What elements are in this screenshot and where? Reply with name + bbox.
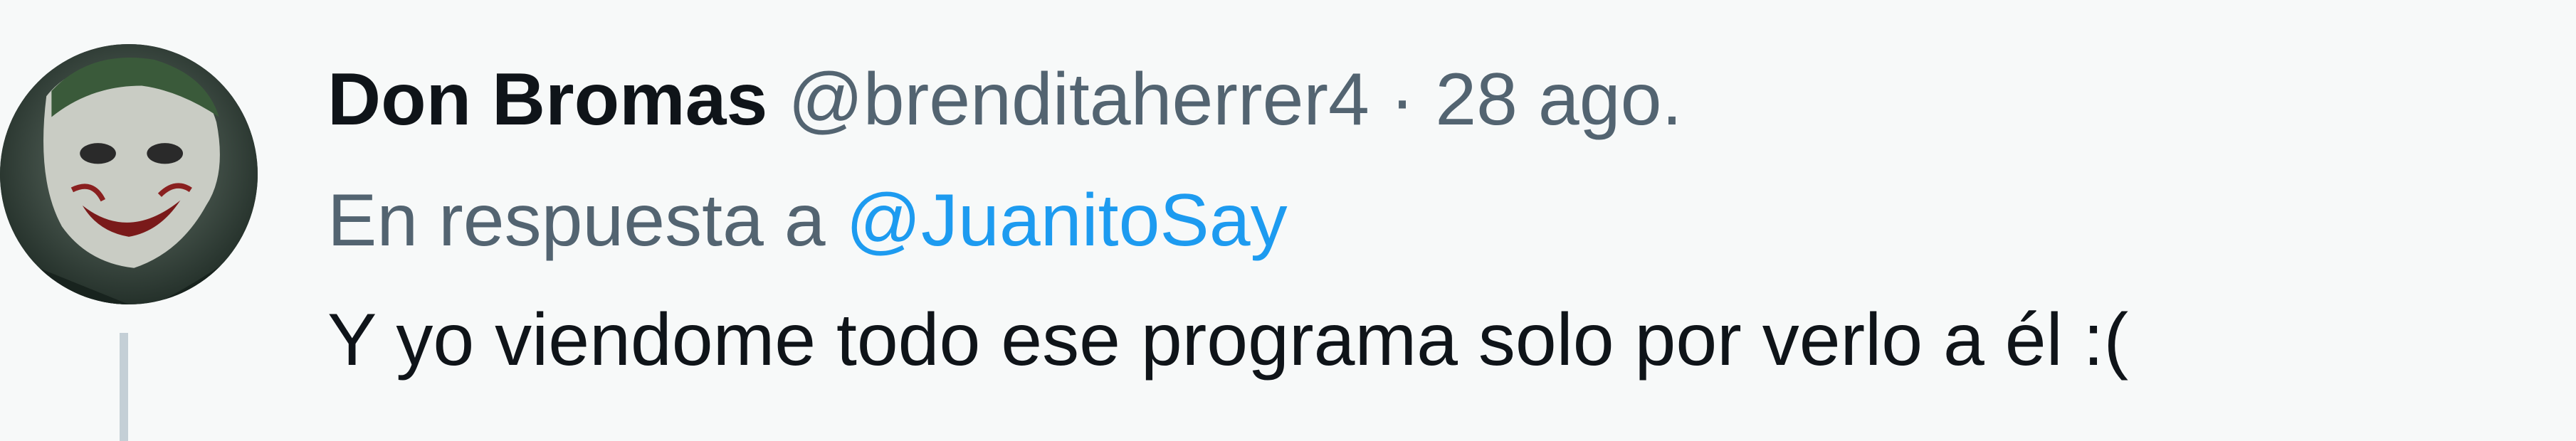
reply-mention-link[interactable]: @JuanitoSay — [846, 179, 1287, 262]
tweet-date[interactable]: 28 ago. — [1435, 58, 1682, 141]
thread-connector-line — [120, 333, 128, 441]
tweet-text: Y yo viendome todo ese programa solo por… — [327, 299, 2129, 381]
reply-prefix: En respuesta a — [327, 179, 826, 262]
tweet-content: Don Bromas @brenditaherrer4 · 28 ago. En… — [327, 0, 2576, 441]
reply-context: En respuesta a @JuanitoSay — [327, 178, 1288, 263]
tweet-header: Don Bromas @brenditaherrer4 · 28 ago. — [327, 57, 1682, 142]
author-display-name[interactable]: Don Bromas — [327, 58, 767, 141]
author-handle[interactable]: @brenditaherrer4 — [788, 58, 1370, 141]
header-separator: · — [1389, 58, 1415, 141]
avatar[interactable] — [0, 44, 258, 304]
tweet[interactable]: Don Bromas @brenditaherrer4 · 28 ago. En… — [0, 0, 2576, 441]
joker-avatar-icon — [0, 44, 258, 304]
